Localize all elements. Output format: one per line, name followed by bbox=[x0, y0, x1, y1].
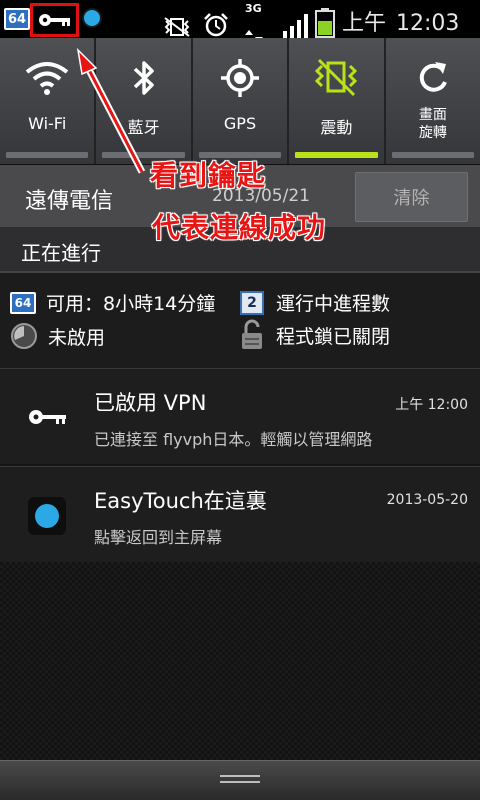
annotation-text-line2: 代表連線成功 bbox=[152, 211, 327, 244]
easytouch-icon bbox=[28, 497, 66, 535]
app-lock-item: 程式鎖已關閉 bbox=[240, 319, 390, 351]
panel-drag-handle[interactable] bbox=[0, 760, 480, 800]
app-lock-text: 程式鎖已關閉 bbox=[276, 325, 391, 348]
easytouch-notification-time: 2013-05-20 bbox=[386, 492, 468, 508]
running-process-text: 運行中進程數 bbox=[276, 293, 391, 315]
easytouch-notification-title: EasyTouch在這裏 bbox=[94, 489, 267, 513]
vpn-notification-time: 上午 12:00 bbox=[395, 397, 468, 413]
ongoing-status-panel[interactable]: 64 可用：8小時14分鐘 2 運行中進程數 未啟用 程式鎖已關閉 bbox=[0, 273, 480, 368]
vpn-notification-title: 已啟用 VPN bbox=[94, 391, 207, 415]
process-count-icon: 2 bbox=[240, 290, 264, 315]
pie-status-icon bbox=[11, 323, 37, 349]
empty-notification-area bbox=[0, 562, 480, 760]
unlock-icon bbox=[242, 319, 262, 349]
vpn-notification-subtitle: 已連接至 flyvph日本。輕觸以管理網路 bbox=[94, 430, 373, 449]
key-icon bbox=[29, 410, 66, 424]
grip-icon bbox=[220, 775, 260, 786]
running-process-item: 2 運行中進程數 bbox=[240, 289, 390, 316]
battery-time-text: 可用：8小時14分鐘 bbox=[46, 293, 216, 315]
annotation-text-line1: 看到鑰匙 bbox=[150, 159, 267, 192]
battery-badge-icon: 64 bbox=[10, 291, 36, 314]
disabled-text: 未啟用 bbox=[48, 326, 106, 349]
easytouch-notification-subtitle: 點擊返回到主屏幕 bbox=[94, 528, 223, 547]
battery-time-item: 64 可用：8小時14分鐘 bbox=[10, 289, 215, 316]
disabled-item: 未啟用 bbox=[10, 322, 105, 350]
easytouch-notification[interactable]: EasyTouch在這裏 2013-05-20 點擊返回到主屏幕 bbox=[0, 466, 480, 562]
vpn-notification[interactable]: 已啟用 VPN 上午 12:00 已連接至 flyvph日本。輕觸以管理網路 bbox=[0, 368, 480, 464]
